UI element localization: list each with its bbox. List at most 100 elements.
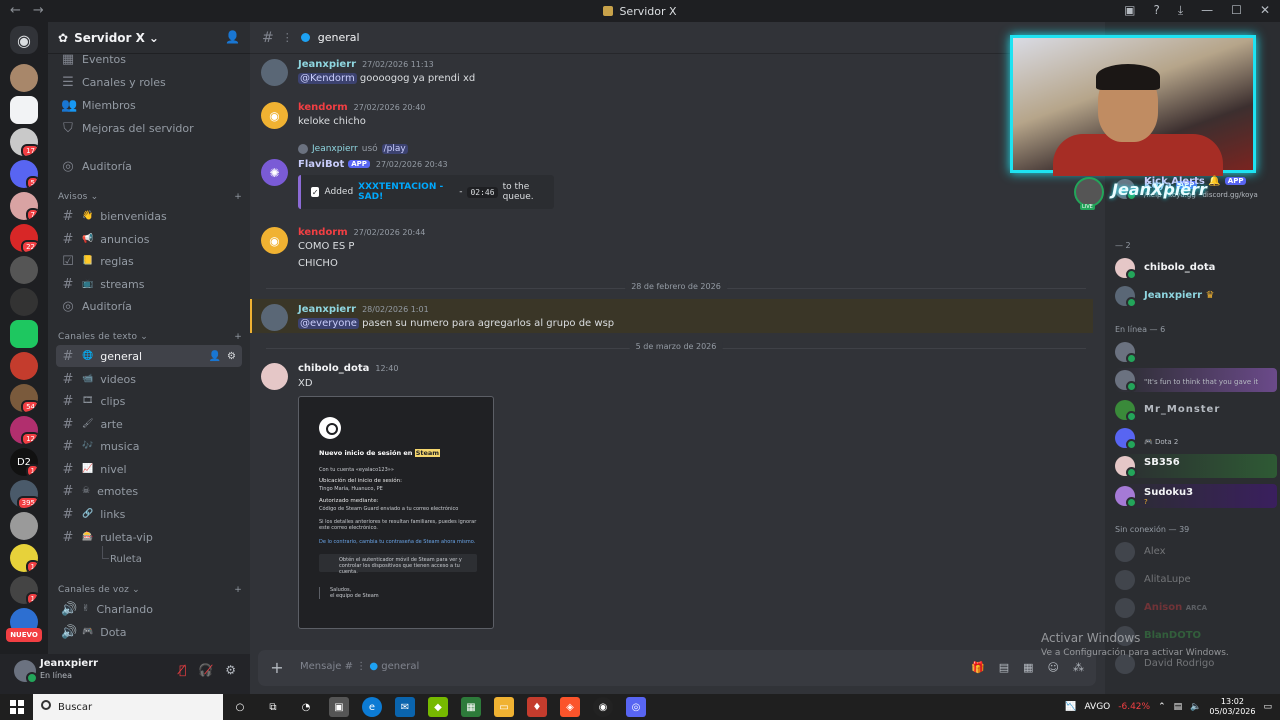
bot-avatar[interactable]: ✺ xyxy=(261,159,288,186)
stock-name[interactable]: AVGO xyxy=(1084,702,1110,712)
avatar[interactable]: ◉ xyxy=(261,102,288,129)
server-icon[interactable]: 22 xyxy=(10,224,38,252)
gif-icon[interactable]: ▤ xyxy=(999,661,1009,674)
channel-musica[interactable]: # 🎶 musica xyxy=(56,435,242,457)
channel-streams[interactable]: # 📺 streams xyxy=(56,273,242,295)
edge-icon[interactable]: e xyxy=(362,697,382,717)
server-icon[interactable] xyxy=(10,96,38,124)
avatar[interactable] xyxy=(261,363,288,390)
message-author[interactable]: Jeanxpierr 28/02/2026 1:01 xyxy=(298,304,429,315)
member-online[interactable] xyxy=(1115,340,1277,364)
chevron-up-icon[interactable]: ⌃ xyxy=(1158,702,1166,712)
nvidia-icon[interactable]: ◆ xyxy=(428,697,448,717)
member-offline[interactable]: AlitaLupe xyxy=(1115,568,1277,592)
back-arrow-icon[interactable]: ← xyxy=(10,3,21,18)
sidebar-item-boosts[interactable]: ⛉ Mejoras del servidor xyxy=(56,117,242,139)
gift-icon[interactable]: 🎁 xyxy=(971,661,985,674)
channel-arte[interactable]: # 🖌 arte xyxy=(56,413,242,435)
help-icon[interactable]: ? xyxy=(1153,3,1159,18)
sidebar-item-audit-2[interactable]: ◎ Auditoría xyxy=(56,295,242,317)
network-icon[interactable]: ▤ xyxy=(1174,702,1183,712)
message-input[interactable]: Mensaje # ⋮ ● general xyxy=(300,661,419,672)
category-avisos[interactable]: Avisos ⌄ + xyxy=(58,192,242,202)
server-icon[interactable]: D2 1 xyxy=(10,448,38,476)
file-explorer-icon[interactable]: ▭ xyxy=(494,697,514,717)
taskbar-search[interactable]: Buscar xyxy=(33,694,223,720)
message-author[interactable]: kendorm 27/02/2026 20:44 xyxy=(298,227,425,238)
sidebar-item-channels-roles[interactable]: ☰ Canales y roles xyxy=(56,71,242,93)
category-voz[interactable]: Canales de voz ⌄ + xyxy=(58,585,242,595)
close-icon[interactable]: ✕ xyxy=(1260,3,1270,18)
channel-general[interactable]: # 🌐 general 👤 ⚙ xyxy=(56,345,242,367)
minimize-icon[interactable]: — xyxy=(1201,3,1213,18)
channel-bienvenidas[interactable]: # 👋 bienvenidas xyxy=(56,205,242,227)
maximize-icon[interactable]: ☐ xyxy=(1231,3,1242,18)
server-icon[interactable]: 54 xyxy=(10,384,38,412)
add-channel-icon[interactable]: + xyxy=(234,332,242,342)
speedtest-icon[interactable]: ◔ xyxy=(296,697,316,717)
apps-icon[interactable]: ⁂ xyxy=(1073,661,1084,674)
voice-charlando[interactable]: 🔊 ✌ Charlando xyxy=(56,598,242,620)
channel-videos[interactable]: # 📹 videos xyxy=(56,368,242,390)
add-channel-icon[interactable]: + xyxy=(234,585,242,595)
sticker-icon[interactable]: ▦ xyxy=(1023,661,1033,674)
image-attachment[interactable]: Nuevo inicio de sesión en Steam Con tu c… xyxy=(298,396,494,629)
server-icon[interactable]: 1 xyxy=(10,576,38,604)
forward-arrow-icon[interactable]: → xyxy=(33,3,44,18)
add-member-icon[interactable]: 👤 xyxy=(225,30,240,44)
server-icon[interactable] xyxy=(10,64,38,92)
avatar[interactable] xyxy=(261,304,288,331)
download-icon[interactable]: ⤓ xyxy=(1178,3,1183,18)
channel-clips[interactable]: # 🎞 clips xyxy=(56,390,242,412)
thread-ruleta[interactable]: Ruleta xyxy=(102,546,142,565)
obs-icon[interactable]: ◉ xyxy=(593,697,613,717)
message-composer[interactable]: + Mensaje # ⋮ ● general 🎁 ▤ ▦ ☺ ⁂ xyxy=(258,650,1096,686)
server-icon[interactable] xyxy=(10,352,38,380)
message-author[interactable]: FlaviBot APP 27/02/2026 20:43 xyxy=(298,159,448,170)
slash-command[interactable]: /play xyxy=(381,144,408,154)
member-online[interactable]: "It's fun to think that you gave it xyxy=(1115,368,1277,392)
store-icon[interactable]: ▣ xyxy=(329,697,349,717)
clock[interactable]: 13:02 05/03/2026 xyxy=(1209,697,1255,717)
invite-icon[interactable]: 👤 xyxy=(209,351,221,362)
member-sudoku3[interactable]: Sudoku3? xyxy=(1115,484,1277,508)
mic-muted-icon[interactable]: 🎙̸ xyxy=(179,663,186,677)
volume-icon[interactable]: 🔈 xyxy=(1190,702,1201,712)
server-icon[interactable]: 395 xyxy=(10,480,38,508)
sidebar-item-audit[interactable]: ◎ Auditoría xyxy=(56,155,242,177)
channel-reglas[interactable]: ☑ 📒 reglas xyxy=(56,250,242,272)
member-chibolo[interactable]: chibolo_dota xyxy=(1115,256,1277,280)
brave-icon[interactable]: ◈ xyxy=(560,697,580,717)
inbox-icon[interactable]: ▣ xyxy=(1124,3,1135,18)
server-icon[interactable] xyxy=(10,288,38,316)
app-icon[interactable]: ♦ xyxy=(527,697,547,717)
server-icon[interactable] xyxy=(10,320,38,348)
member-online[interactable]: 🎮 Dota 2 xyxy=(1115,426,1277,450)
member-sb356[interactable]: SB356 xyxy=(1115,454,1277,478)
server-icon[interactable]: 17 xyxy=(10,128,38,156)
emoji-icon[interactable]: ☺ xyxy=(1048,661,1059,674)
task-view-icon[interactable]: ○ xyxy=(230,697,250,717)
song-link[interactable]: XXXTENTACION - SAD! xyxy=(358,182,454,202)
avatar[interactable] xyxy=(261,59,288,86)
headphones-muted-icon[interactable]: 🎧̸ xyxy=(198,663,213,677)
server-icon[interactable]: 7 xyxy=(10,192,38,220)
channel-nivel[interactable]: # 📈 nivel xyxy=(56,458,242,480)
voice-dota[interactable]: 🔊 🎮 Dota xyxy=(56,621,242,643)
server-icon[interactable]: 12 xyxy=(10,416,38,444)
member-offline[interactable]: Anison ARCA xyxy=(1115,596,1277,620)
user-mention[interactable]: @Kendorm xyxy=(298,73,357,84)
command-reply[interactable]: Jeanxpierr usó/play xyxy=(298,144,408,154)
windows-start-icon[interactable] xyxy=(10,700,24,714)
message-author[interactable]: chibolo_dota 12:40 xyxy=(298,363,398,374)
discord-home-icon[interactable]: ◉ xyxy=(10,26,38,54)
message-author[interactable]: kendorm 27/02/2026 20:40 xyxy=(298,102,425,113)
discord-icon[interactable]: ◎ xyxy=(626,697,646,717)
server-icon[interactable]: 5 xyxy=(10,160,38,188)
channel-anuncios[interactable]: # 📢 anuncios xyxy=(56,228,242,250)
avatar[interactable] xyxy=(14,660,38,684)
category-texto[interactable]: Canales de texto ⌄ + xyxy=(58,332,242,342)
channel-ruleta-vip[interactable]: # 🎰 ruleta-vip xyxy=(56,526,242,548)
member-jeanxpierr[interactable]: Jeanxpierr ♛ xyxy=(1115,284,1277,308)
member-mr-monster[interactable]: Mr_Monster xyxy=(1115,398,1277,422)
